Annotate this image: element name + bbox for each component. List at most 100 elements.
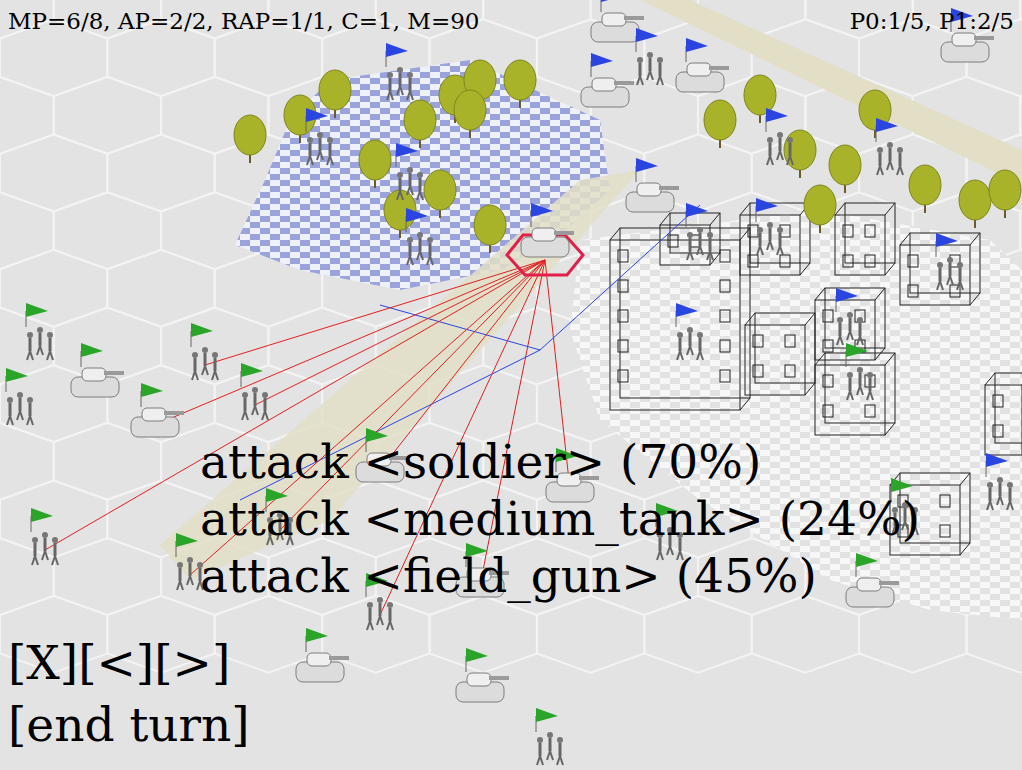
soldier-unit[interactable] xyxy=(636,28,663,85)
soldier-unit[interactable] xyxy=(406,208,433,265)
hex-tile xyxy=(0,250,107,327)
nav-button[interactable]: [X] xyxy=(8,632,78,694)
building xyxy=(900,233,980,305)
team-flag-icon xyxy=(31,508,53,532)
hex-tile xyxy=(107,365,214,442)
hex-tile xyxy=(161,0,268,38)
action-menu: attack <soldier> (70%)attack <medium_tan… xyxy=(0,433,1022,604)
tree xyxy=(909,165,941,213)
attack-line xyxy=(155,260,545,425)
soldier-unit[interactable] xyxy=(31,508,58,565)
soldier-unit[interactable] xyxy=(846,343,873,400)
game-screen[interactable]: MP=6/8, AP=2/2, RAP=1/1, C=1, M=90P0:1/5… xyxy=(0,0,1022,770)
soldier-unit[interactable] xyxy=(176,533,203,590)
team-flag-icon xyxy=(141,383,163,407)
soldier-unit[interactable] xyxy=(241,363,268,420)
tree xyxy=(404,100,436,148)
tank-unit[interactable] xyxy=(941,8,994,62)
hex-tile xyxy=(0,192,54,269)
soldier-unit[interactable] xyxy=(936,233,963,290)
attack-line xyxy=(255,260,545,405)
tank-unit[interactable] xyxy=(456,648,509,702)
soldier-unit[interactable] xyxy=(756,198,783,255)
hex-tile xyxy=(54,538,161,615)
hex-tile xyxy=(752,596,859,673)
tank-unit[interactable] xyxy=(71,343,124,397)
team-flag-icon xyxy=(531,203,553,227)
soldier-unit[interactable] xyxy=(26,303,53,360)
tree xyxy=(424,170,456,218)
forest-zone xyxy=(235,60,610,290)
hex-tile xyxy=(215,19,322,96)
tank-unit[interactable] xyxy=(626,158,679,212)
move-line xyxy=(380,305,540,350)
team-flag-icon xyxy=(176,533,198,557)
tank-unit[interactable] xyxy=(131,383,184,437)
team-flag-icon xyxy=(636,158,658,182)
team-flag-icon xyxy=(241,363,263,387)
tank-unit[interactable] xyxy=(296,628,349,682)
building xyxy=(660,213,720,265)
soldier-unit[interactable] xyxy=(306,108,333,165)
team-flag-icon xyxy=(591,53,613,77)
team-flag-icon xyxy=(876,118,898,142)
team-flag-icon xyxy=(536,708,558,732)
tree xyxy=(454,90,486,138)
tree xyxy=(359,140,391,188)
hex-tile xyxy=(376,0,483,38)
tree xyxy=(989,170,1021,218)
hud-overlay: MP=6/8, AP=2/2, RAP=1/1, C=1, M=90P0:1/5… xyxy=(0,0,1022,770)
team-flag-icon xyxy=(191,323,213,347)
tree xyxy=(829,145,861,193)
hex-tile xyxy=(537,19,644,96)
tree xyxy=(959,180,991,228)
tank-unit[interactable] xyxy=(581,53,634,107)
team-flag-icon xyxy=(6,368,28,392)
action-menu-item[interactable]: attack <field_gun> (45%) xyxy=(200,547,1022,604)
building xyxy=(610,228,750,410)
action-menu-item[interactable]: attack <medium_tank> (24%) xyxy=(200,490,1022,547)
team-flag-icon xyxy=(676,303,698,327)
nav-button[interactable]: [<] xyxy=(78,632,154,694)
team-flag-icon xyxy=(951,8,973,32)
hex-tile xyxy=(107,19,214,96)
team-flag-icon xyxy=(686,38,708,62)
soldier-unit[interactable] xyxy=(386,43,413,100)
road xyxy=(640,0,1022,185)
tree xyxy=(704,100,736,148)
soldier-unit[interactable] xyxy=(766,108,793,165)
end-turn-button[interactable]: [end turn] xyxy=(8,694,250,756)
team-flag-icon xyxy=(406,208,428,232)
team-flag-icon xyxy=(601,0,623,12)
soldier-unit[interactable] xyxy=(686,203,713,260)
nav-button[interactable]: [>] xyxy=(154,632,230,694)
hex-tile xyxy=(161,308,268,385)
hex-tile xyxy=(430,596,537,673)
hex-tile xyxy=(0,77,54,154)
team-flag-icon xyxy=(26,303,48,327)
team-flag-icon xyxy=(306,628,328,652)
soldier-unit[interactable] xyxy=(191,323,218,380)
hex-tile xyxy=(322,596,429,673)
action-menu-item[interactable]: attack <soldier> (70%) xyxy=(200,433,1022,490)
building xyxy=(835,203,895,275)
team-flag-icon xyxy=(386,43,408,67)
team-flag-icon xyxy=(846,343,868,367)
tank-unit[interactable] xyxy=(676,38,729,92)
hex-tile xyxy=(0,538,54,615)
nav-buttons: [X][<][>] xyxy=(8,632,1022,694)
hex-tile xyxy=(54,0,161,38)
soldier-unit[interactable] xyxy=(836,288,863,345)
move-line xyxy=(540,205,700,350)
building xyxy=(815,353,895,435)
soldier-unit[interactable] xyxy=(676,303,703,360)
soldier-unit[interactable] xyxy=(536,708,563,765)
tank-unit[interactable] xyxy=(507,203,583,275)
soldier-unit[interactable] xyxy=(396,143,423,200)
hex-tile xyxy=(805,0,912,38)
hex-tile xyxy=(107,135,214,212)
soldier-unit[interactable] xyxy=(6,368,33,425)
team-flag-icon xyxy=(686,203,708,227)
soldier-unit[interactable] xyxy=(876,118,903,175)
tree xyxy=(234,115,266,163)
